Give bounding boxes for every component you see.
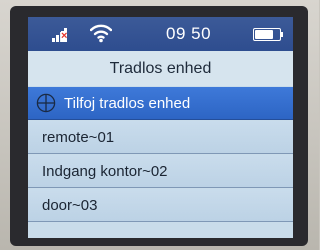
menu-item-label: remote~01 (42, 129, 115, 146)
menu-item-door[interactable]: door~03 (28, 189, 293, 222)
battery-icon (253, 28, 283, 41)
menu-item-entrance-office[interactable]: Indgang kontor~02 (28, 155, 293, 188)
status-bar: × 09 50 (28, 17, 293, 51)
menu-item-add-device[interactable]: Tilfoj tradlos enhed (28, 87, 293, 120)
menu-item-remote[interactable]: remote~01 (28, 121, 293, 154)
signal-icon: × (52, 26, 72, 42)
menu-item-label: door~03 (42, 197, 98, 214)
screen-title: Tradlos enhed (28, 51, 293, 86)
device-frame: × 09 50 Tradlos enhed (0, 0, 319, 250)
device-menu: Tilfoj tradlos enhed remote~01 Indgang k… (28, 87, 293, 223)
menu-item-label: Tilfoj tradlos enhed (64, 95, 191, 112)
wifi-icon (90, 24, 112, 43)
lcd-screen: × 09 50 Tradlos enhed (28, 17, 293, 238)
clock-time: 09 50 (166, 24, 212, 43)
menu-item-label: Indgang kontor~02 (42, 163, 168, 180)
add-circle-icon (36, 93, 56, 113)
